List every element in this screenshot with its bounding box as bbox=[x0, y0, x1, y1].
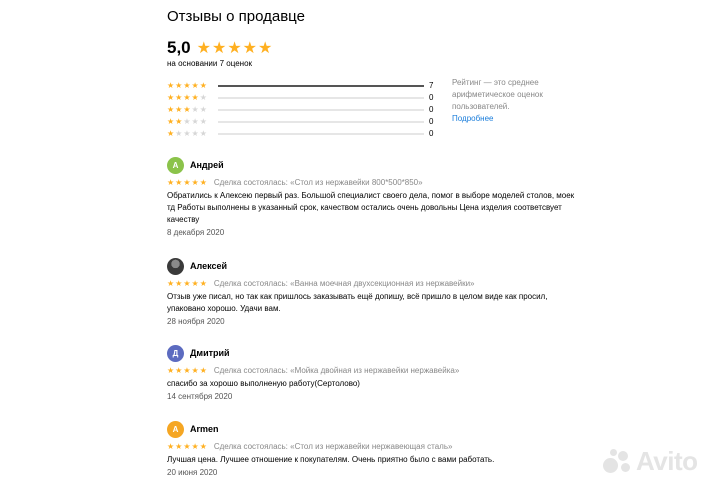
reviewer-name[interactable]: Андрей bbox=[190, 160, 224, 170]
review-stars-icon: ★★★★★ bbox=[167, 178, 208, 187]
distribution-count: 0 bbox=[429, 117, 434, 126]
distribution-row: ★★★★★ 0 bbox=[167, 104, 439, 116]
deal-info: Сделка состоялась: «Стол из нержавейки 8… bbox=[213, 178, 423, 187]
page-title: Отзывы о продавце bbox=[167, 8, 305, 25]
deal-info: Сделка состоялась: «Ванна моечная двухсе… bbox=[213, 279, 475, 288]
distribution-stars-icon: ★★★★★ bbox=[167, 117, 208, 126]
distribution-bar bbox=[218, 121, 424, 123]
review-stars-icon: ★★★★★ bbox=[167, 279, 208, 288]
distribution-bar-fill bbox=[218, 85, 424, 87]
deal-info: Сделка состоялась: «Мойка двойная из нер… bbox=[213, 366, 460, 375]
avatar[interactable]: A bbox=[167, 421, 184, 438]
review-date: 14 сентября 2020 bbox=[167, 392, 233, 401]
review-text: Отзыв уже писал, но так как пришлось зак… bbox=[167, 292, 548, 313]
distribution-bar bbox=[218, 109, 424, 111]
distribution-count: 0 bbox=[429, 105, 434, 114]
review-date: 8 декабря 2020 bbox=[167, 228, 225, 237]
avito-watermark: Avito bbox=[603, 446, 698, 477]
rating-note: Рейтинг — это среднее арифметическое оце… bbox=[452, 78, 543, 111]
rating-basis: на основании 7 оценок bbox=[167, 59, 253, 68]
avatar[interactable]: Д bbox=[167, 345, 184, 362]
review-item: Алексей ★★★★★ Сделка состоялась: «Ванна мо… bbox=[167, 258, 587, 328]
distribution-count: 7 bbox=[429, 81, 434, 90]
review-text: спасибо за хорошо выполненую работу(Серт… bbox=[167, 379, 360, 388]
average-rating: 5,0 ★★★★★ bbox=[167, 38, 273, 58]
more-link[interactable]: Подробнее bbox=[452, 114, 494, 123]
review-stars-icon: ★★★★★ bbox=[167, 442, 208, 451]
review-date: 28 ноября 2020 bbox=[167, 317, 225, 326]
distribution-count: 0 bbox=[429, 129, 434, 138]
review-text: Лучшая цена. Лучшее отношение к покупате… bbox=[167, 455, 495, 464]
avatar[interactable]: А bbox=[167, 157, 184, 174]
reviewer-name[interactable]: Алексей bbox=[190, 261, 227, 271]
distribution-row: ★★★★★ 7 bbox=[167, 80, 439, 92]
avatar[interactable] bbox=[167, 258, 184, 275]
review-text: Обратились к Алексею первый раз. Большой… bbox=[167, 191, 575, 224]
distribution-stars-icon: ★★★★★ bbox=[167, 105, 208, 114]
review-stars-icon: ★★★★★ bbox=[167, 366, 208, 375]
average-rating-value: 5,0 bbox=[167, 38, 191, 57]
deal-info: Сделка состоялась: «Стол из нержавейки н… bbox=[213, 442, 453, 451]
distribution-bar bbox=[218, 85, 424, 87]
distribution-row: ★★★★★ 0 bbox=[167, 128, 439, 140]
review-date: 20 июня 2020 bbox=[167, 468, 218, 477]
distribution-count: 0 bbox=[429, 93, 434, 102]
rating-distribution: ★★★★★ 7 ★★★★★ 0 ★★★★★ 0 ★★★★★ 0 ★★★★★ 0 bbox=[167, 80, 439, 140]
watermark-text: Avito bbox=[636, 446, 698, 476]
review-item: A Armen ★★★★★ Сделка состоялась: «Стол из н… bbox=[167, 421, 587, 479]
review-item: А Андрей ★★★★★ Сделка состоялась: «Стол из … bbox=[167, 157, 587, 239]
distribution-row: ★★★★★ 0 bbox=[167, 92, 439, 104]
distribution-stars-icon: ★★★★★ bbox=[167, 129, 208, 138]
review-item: Д Дмитрий ★★★★★ Сделка состоялась: «Мойка д… bbox=[167, 345, 587, 403]
distribution-bar bbox=[218, 97, 424, 99]
average-stars-icon: ★★★★★ bbox=[196, 40, 274, 57]
distribution-stars-icon: ★★★★★ bbox=[167, 81, 208, 90]
distribution-stars-icon: ★★★★★ bbox=[167, 93, 208, 102]
distribution-bar bbox=[218, 133, 424, 135]
distribution-row: ★★★★★ 0 bbox=[167, 116, 439, 128]
reviewer-name[interactable]: Дмитрий bbox=[190, 348, 230, 358]
avito-logo-icon bbox=[603, 448, 633, 475]
reviewer-name[interactable]: Armen bbox=[190, 424, 219, 434]
